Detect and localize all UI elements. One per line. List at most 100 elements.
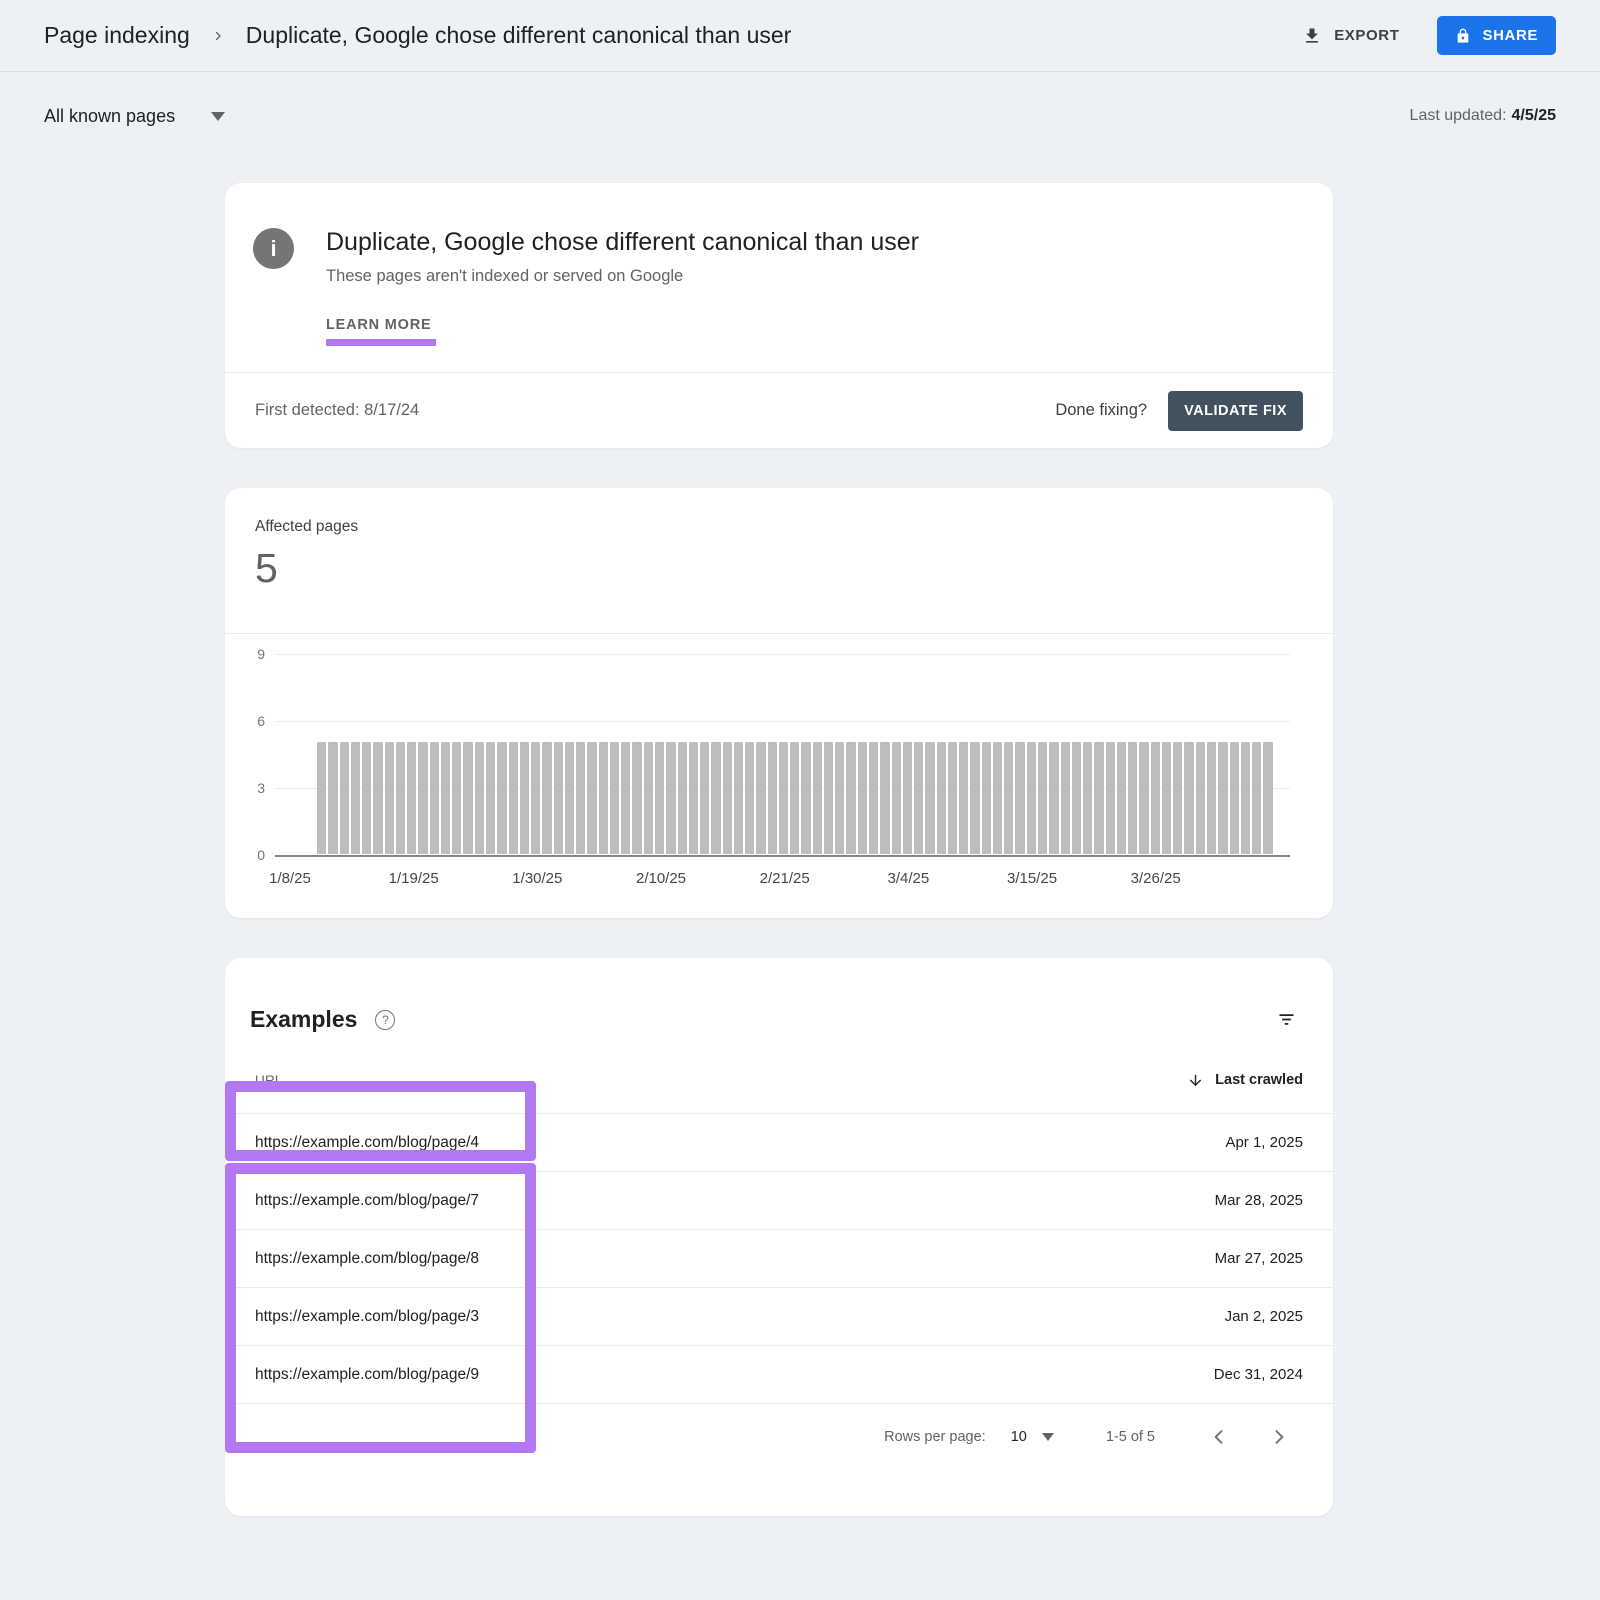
- chart-bar: [982, 742, 991, 854]
- app-header: Page indexing Duplicate, Google chose di…: [0, 0, 1600, 72]
- previous-page-button[interactable]: [1205, 1423, 1233, 1451]
- chart-bar: [1072, 742, 1081, 854]
- chart-bar: [610, 742, 619, 854]
- url-cell[interactable]: https://example.com/blog/page/4: [225, 1134, 1225, 1152]
- chart-bar: [486, 742, 495, 854]
- chart-bar: [1004, 742, 1013, 854]
- validate-fix-button[interactable]: VALIDATE FIX: [1168, 391, 1303, 431]
- chart-bar: [666, 742, 675, 854]
- x-axis-tick-label: 1/30/25: [512, 870, 562, 887]
- chart-bar: [790, 742, 799, 854]
- chart-bar: [846, 742, 855, 854]
- last-crawled-cell: Jan 2, 2025: [1225, 1308, 1333, 1325]
- help-icon[interactable]: ?: [375, 1010, 395, 1030]
- url-column-header[interactable]: URL: [225, 1073, 1187, 1088]
- issue-title: Duplicate, Google chose different canoni…: [326, 228, 919, 257]
- last-crawled-cell: Dec 31, 2024: [1214, 1366, 1333, 1383]
- chart-bar: [1083, 742, 1092, 854]
- caret-down-icon: [1042, 1433, 1054, 1441]
- page-scope-dropdown[interactable]: All known pages: [44, 106, 225, 127]
- chart-bar: [407, 742, 416, 854]
- examples-card: Examples ? URL Last crawled https://exam…: [225, 958, 1333, 1516]
- examples-table-header: URL Last crawled: [225, 1047, 1333, 1114]
- chart-bar: [452, 742, 461, 854]
- first-detected-label: First detected: 8/17/24: [255, 401, 1055, 420]
- main-content: i Duplicate, Google chose different cano…: [225, 183, 1333, 1516]
- chart-bar: [869, 742, 878, 854]
- x-axis-tick-label: 3/15/25: [1007, 870, 1057, 887]
- last-crawled-cell: Apr 1, 2025: [1225, 1134, 1333, 1151]
- chart-bar: [779, 742, 788, 854]
- rows-per-page-label: Rows per page:: [884, 1429, 986, 1445]
- learn-more-link[interactable]: LEARN MORE: [326, 317, 436, 346]
- chart-bar: [993, 742, 1002, 854]
- chart-bar: [937, 742, 946, 854]
- export-button[interactable]: EXPORT: [1302, 26, 1399, 46]
- table-row[interactable]: https://example.com/blog/page/4 Apr 1, 2…: [225, 1114, 1333, 1172]
- chart-bar: [970, 742, 979, 854]
- issue-subtitle: These pages aren't indexed or served on …: [326, 267, 919, 286]
- chart-bar: [1151, 742, 1160, 854]
- x-axis-tick-label: 2/10/25: [636, 870, 686, 887]
- affected-pages-label: Affected pages: [255, 518, 1333, 536]
- url-cell[interactable]: https://example.com/blog/page/3: [225, 1308, 1225, 1326]
- chart-bar: [430, 742, 439, 854]
- chart-bar: [858, 742, 867, 854]
- breadcrumb-page-indexing[interactable]: Page indexing: [44, 22, 190, 49]
- table-row[interactable]: https://example.com/blog/page/8 Mar 27, …: [225, 1230, 1333, 1288]
- issue-summary-card: i Duplicate, Google chose different cano…: [225, 183, 1333, 448]
- chart-bar: [621, 742, 630, 854]
- chart-bar: [328, 742, 337, 854]
- chart-bar: [1207, 742, 1216, 854]
- rows-per-page-select[interactable]: 10: [1011, 1429, 1054, 1445]
- table-row[interactable]: https://example.com/blog/page/3 Jan 2, 2…: [225, 1288, 1333, 1346]
- chart-bar: [835, 742, 844, 854]
- share-button[interactable]: SHARE: [1437, 16, 1556, 55]
- last-updated-value: 4/5/25: [1512, 107, 1556, 124]
- chart-bar: [362, 742, 371, 854]
- table-row[interactable]: https://example.com/blog/page/9 Dec 31, …: [225, 1346, 1333, 1404]
- chart-bar: [396, 742, 405, 854]
- filter-button[interactable]: [1276, 1009, 1297, 1030]
- chart-bar: [644, 742, 653, 854]
- filter-icon: [1276, 1009, 1297, 1030]
- x-axis-tick-label: 1/8/25: [269, 870, 311, 887]
- chart-bar: [903, 742, 912, 854]
- y-axis-tick-label: 3: [239, 780, 265, 796]
- caret-down-icon: [211, 112, 225, 121]
- chart-bar: [1263, 742, 1272, 854]
- chart-bar: [678, 742, 687, 854]
- issue-text: Duplicate, Google chose different canoni…: [326, 228, 919, 346]
- url-cell[interactable]: https://example.com/blog/page/9: [225, 1366, 1214, 1384]
- x-axis-tick-label: 3/26/25: [1131, 870, 1181, 887]
- chart-bar: [351, 742, 360, 854]
- url-cell[interactable]: https://example.com/blog/page/8: [225, 1250, 1215, 1268]
- chart-bar: [1038, 742, 1047, 854]
- next-page-button[interactable]: [1265, 1423, 1293, 1451]
- toolbar: All known pages Last updated: 4/5/25: [0, 72, 1600, 160]
- chart-bar: [824, 742, 833, 854]
- url-cell[interactable]: https://example.com/blog/page/7: [225, 1192, 1215, 1210]
- y-axis-tick-label: 6: [239, 713, 265, 729]
- chart-bar: [768, 742, 777, 854]
- header-actions: EXPORT SHARE: [1302, 16, 1556, 55]
- last-crawled-column-header[interactable]: Last crawled: [1187, 1072, 1333, 1089]
- chart-bar: [385, 742, 394, 854]
- chart-bar: [1128, 742, 1137, 854]
- chart-bar: [1252, 742, 1261, 854]
- rows-per-page-value: 10: [1011, 1429, 1027, 1445]
- chart-bar: [1117, 742, 1126, 854]
- last-updated-label: Last updated:: [1410, 107, 1507, 124]
- chart-bar: [655, 742, 664, 854]
- chart-bar: [1049, 742, 1058, 854]
- chart-bar: [565, 742, 574, 854]
- chart-bar: [925, 742, 934, 854]
- x-axis-baseline: [275, 855, 1290, 857]
- chart-bar: [1241, 742, 1250, 854]
- examples-header: Examples ?: [225, 958, 1333, 1033]
- table-row[interactable]: https://example.com/blog/page/7 Mar 28, …: [225, 1172, 1333, 1230]
- breadcrumb: Page indexing Duplicate, Google chose di…: [44, 22, 791, 49]
- chart-bar: [1196, 742, 1205, 854]
- chart-bar: [587, 742, 596, 854]
- done-fixing-label: Done fixing?: [1055, 401, 1147, 420]
